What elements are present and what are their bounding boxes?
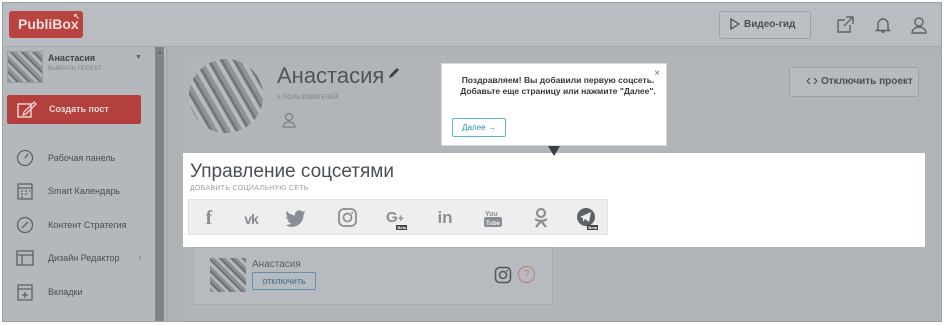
tooltip-message: Поздравляем! Вы добавили первую соцсеть.… <box>460 75 656 96</box>
sidebar-item-dashboard[interactable]: Рабочая панель <box>3 144 153 172</box>
edit-icon <box>17 101 37 118</box>
scroll-up-icon[interactable]: ▲ <box>157 50 163 56</box>
tooltip-pointer <box>548 146 560 156</box>
beta-badge: Beta <box>587 225 598 230</box>
telegram-icon[interactable]: Beta <box>574 207 598 230</box>
layout-icon <box>16 250 34 266</box>
google-plus-icon[interactable]: G+ Beta <box>383 207 407 230</box>
social-title: Управление соцсетями <box>190 161 394 182</box>
svg-text:You: You <box>485 211 498 218</box>
chevron-right-icon: › <box>138 253 141 262</box>
external-link-icon[interactable] <box>835 15 855 35</box>
linkedin-icon[interactable]: in <box>433 207 457 229</box>
logo-mark: ↖ <box>73 12 80 21</box>
add-user-icon[interactable] <box>278 109 300 131</box>
compass-icon <box>16 216 34 234</box>
sidebar-item-label: Контент Стратегия <box>48 220 127 230</box>
social-management-panel: Управление соцсетями ДОБАВИТЬ СОЦИАЛЬНУЮ… <box>183 153 925 247</box>
project-title: Анастасия <box>277 63 385 88</box>
tabs-icon <box>17 284 33 301</box>
chevron-down-icon: ▼ <box>135 54 142 61</box>
project-sub: ВЫБРАТЬ ПРОЕКТ <box>48 66 102 72</box>
disconnect-project-button[interactable]: Отключить проект <box>789 67 919 97</box>
sidebar-item-label: Рабочая панель <box>48 153 116 163</box>
youtube-icon[interactable]: You Tube <box>481 207 505 229</box>
project-selector[interactable]: Анастасия ВЫБРАТЬ ПРОЕКТ ▼ <box>7 51 152 87</box>
link-icon <box>806 77 818 85</box>
pencil-icon[interactable] <box>388 67 400 79</box>
users-count: 0 ПОЛЬЗОВАТЕЛЕЙ <box>277 95 339 101</box>
help-icon[interactable]: ? <box>518 266 535 283</box>
sidebar-item-label: Дизайн Редактор <box>48 253 120 263</box>
sidebar-item-calendar[interactable]: Smart Календарь <box>3 177 153 205</box>
bell-icon[interactable] <box>873 15 893 35</box>
next-button[interactable]: Далее → <box>452 118 506 137</box>
calendar-icon <box>17 183 33 200</box>
project-avatar <box>189 59 263 133</box>
beta-badge: Beta <box>396 225 407 230</box>
disconnect-project-label: Отключить проект <box>821 76 913 87</box>
logo-text: PubliBox <box>18 16 79 32</box>
sidebar-item-strategy[interactable]: Контент Стратегия <box>3 211 153 239</box>
top-bar: PubliBox ↖ Видео-гид <box>3 3 941 47</box>
account-avatar <box>210 258 246 292</box>
sidebar-item-design-editor[interactable]: Дизайн Редактор › <box>3 244 153 272</box>
social-networks-bar: f vk G+ Beta in You Tube Beta <box>188 199 608 235</box>
avatar <box>7 51 43 83</box>
sidebar: Анастасия ВЫБРАТЬ ПРОЕКТ ▼ Создать пост … <box>3 47 167 321</box>
user-icon[interactable] <box>909 15 929 35</box>
onboarding-tooltip: × Поздравляем! Вы добавили первую соцсет… <box>441 63 667 146</box>
video-guide-button[interactable]: Видео-гид <box>719 11 811 39</box>
dashboard-icon <box>16 149 34 167</box>
instagram-icon[interactable] <box>335 207 359 229</box>
play-icon <box>730 18 741 31</box>
sidebar-item-label: Smart Календарь <box>48 186 120 196</box>
facebook-icon[interactable]: f <box>197 207 221 229</box>
account-name: Анастасия <box>252 259 301 270</box>
vk-icon[interactable]: vk <box>239 207 263 229</box>
social-subtitle: ДОБАВИТЬ СОЦИАЛЬНУЮ СЕТЬ <box>190 185 309 192</box>
app-window: PubliBox ↖ Видео-гид Анастасия ВЫБРАТЬ П… <box>2 2 942 322</box>
video-guide-label: Видео-гид <box>744 19 796 30</box>
project-name: Анастасия <box>48 53 96 63</box>
create-post-label: Создать пост <box>49 104 109 114</box>
twitter-icon[interactable] <box>285 207 309 229</box>
create-post-button[interactable]: Создать пост <box>7 95 141 124</box>
odnoklassniki-icon[interactable] <box>529 207 553 229</box>
svg-text:Tube: Tube <box>486 221 501 227</box>
account-disconnect-button[interactable]: отключить <box>252 272 316 290</box>
sidebar-item-label: Вкладки <box>48 287 83 297</box>
sidebar-item-tabs[interactable]: Вкладки <box>3 278 153 306</box>
sidebar-scrollbar[interactable] <box>155 47 164 321</box>
instagram-icon <box>494 266 512 284</box>
logo[interactable]: PubliBox ↖ <box>9 11 83 38</box>
